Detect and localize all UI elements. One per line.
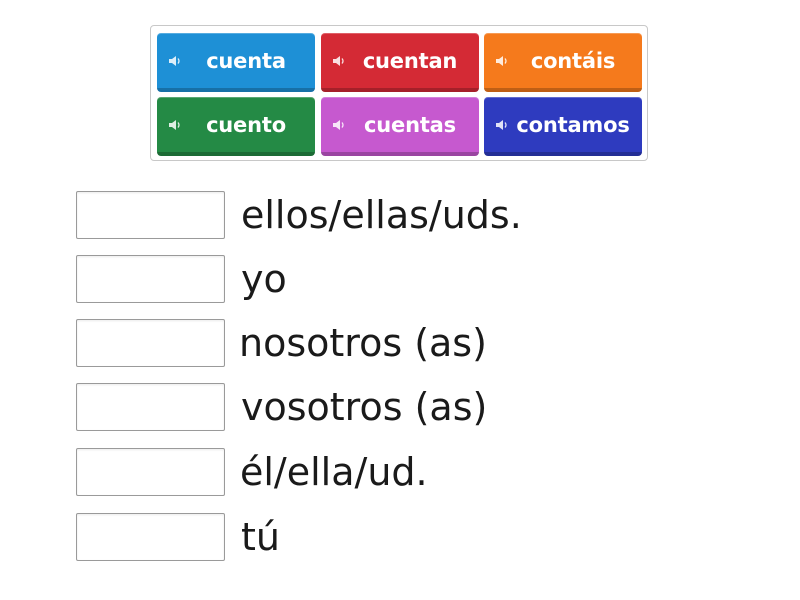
speaker-icon[interactable]: [332, 55, 346, 67]
speaker-icon[interactable]: [168, 119, 182, 131]
drop-box[interactable]: [76, 319, 225, 367]
answer-tile-cuentas[interactable]: cuentas: [321, 97, 479, 156]
answer-tile-label: contamos: [516, 112, 630, 137]
target-label: tú: [241, 515, 280, 559]
answer-tile-contamos[interactable]: contamos: [484, 97, 642, 156]
answer-tile-panel: cuenta cuentan contáis cuento cuentas co…: [150, 25, 648, 161]
speaker-icon[interactable]: [332, 119, 346, 131]
target-row-el: él/ella/ud.: [76, 448, 636, 498]
drop-box[interactable]: [76, 513, 225, 561]
target-row-vosotros: vosotros (as): [76, 383, 636, 433]
answer-tile-contais[interactable]: contáis: [484, 33, 642, 92]
drop-box[interactable]: [76, 448, 225, 496]
target-label: nosotros (as): [239, 321, 487, 365]
speaker-icon[interactable]: [168, 55, 182, 67]
drop-box[interactable]: [76, 191, 225, 239]
answer-tile-label: cuentan: [362, 48, 458, 73]
drop-box[interactable]: [76, 255, 225, 303]
target-row-ellos: ellos/ellas/uds.: [76, 191, 636, 241]
target-row-tu: tú: [76, 513, 636, 563]
target-row-yo: yo: [76, 255, 636, 305]
answer-tile-label: cuentas: [364, 112, 456, 137]
match-up-activity: cuenta cuentan contáis cuento cuentas co…: [0, 0, 800, 600]
answer-tile-cuenta[interactable]: cuenta: [157, 33, 315, 92]
target-label: ellos/ellas/uds.: [241, 193, 522, 237]
drop-box[interactable]: [76, 383, 225, 431]
answer-tile-cuentan[interactable]: cuentan: [321, 33, 479, 92]
speaker-icon[interactable]: [495, 55, 509, 67]
target-label: yo: [241, 257, 287, 301]
target-label: él/ella/ud.: [240, 450, 428, 494]
answer-tile-label: cuenta: [206, 48, 286, 73]
target-row-nosotros: nosotros (as): [76, 319, 636, 369]
answer-tile-cuento[interactable]: cuento: [157, 97, 315, 156]
answer-tile-label: contáis: [530, 48, 616, 73]
answer-tile-label: cuento: [206, 112, 286, 137]
speaker-icon[interactable]: [495, 119, 509, 131]
target-label: vosotros (as): [241, 385, 488, 429]
